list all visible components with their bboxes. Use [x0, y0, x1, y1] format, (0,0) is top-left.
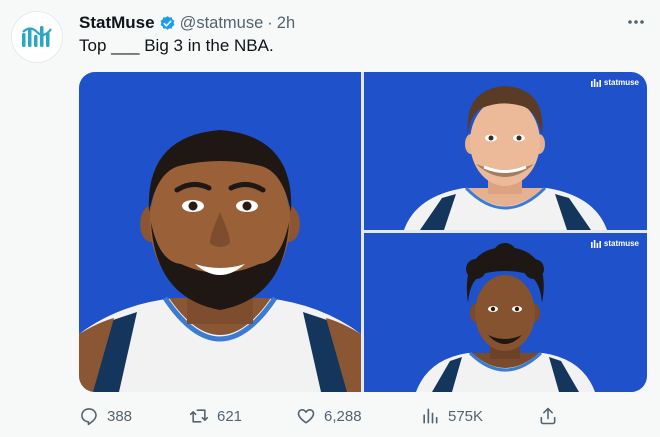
tweet: StatMuse @statmuse · 2h Top ___ Big 3 in… — [0, 0, 660, 437]
tweet-actions: 388 621 6,288 575K — [79, 402, 647, 430]
like-button[interactable]: 6,288 — [296, 402, 362, 430]
author-name[interactable]: StatMuse — [79, 13, 155, 33]
player-illustration-left — [79, 130, 361, 392]
like-count: 6,288 — [324, 407, 362, 425]
statmuse-watermark: statmuse — [590, 239, 639, 248]
media-panel-top-right[interactable]: statmuse — [364, 72, 647, 230]
watermark-text: statmuse — [603, 239, 639, 248]
views-button[interactable]: 575K — [420, 402, 483, 430]
reply-count: 388 — [107, 407, 133, 425]
tweet-text: Top ___ Big 3 in the NBA. — [79, 36, 274, 55]
separator-dot: · — [267, 13, 273, 32]
views-icon — [423, 408, 438, 424]
view-count: 575K — [448, 407, 484, 425]
share-icon — [540, 407, 556, 425]
author-handle[interactable]: @statmuse — [180, 14, 264, 33]
tweet-time[interactable]: 2h — [277, 14, 295, 33]
media-panel-bottom-right[interactable]: statmuse — [364, 233, 647, 392]
statmuse-watermark-icon — [590, 78, 601, 87]
retweet-count: 621 — [217, 407, 243, 425]
like-icon — [297, 409, 315, 424]
statmuse-logo-icon — [22, 26, 52, 47]
retweet-icon — [189, 409, 209, 423]
statmuse-watermark-icon — [590, 239, 601, 248]
player-illustration-top-right — [404, 86, 607, 230]
media-panel-left[interactable] — [79, 72, 361, 392]
more-icon[interactable] — [626, 15, 646, 29]
share-button[interactable] — [538, 402, 558, 430]
tweet-media[interactable]: statmuse statmuse — [79, 72, 647, 392]
verified-badge-icon — [159, 15, 176, 32]
reply-button[interactable]: 388 — [79, 402, 132, 430]
player-illustration-bottom-right — [416, 243, 595, 392]
watermark-text: statmuse — [603, 78, 639, 87]
tweet-header: StatMuse @statmuse · 2h — [79, 13, 295, 33]
reply-icon — [81, 408, 97, 426]
avatar[interactable] — [11, 11, 63, 63]
retweet-button[interactable]: 621 — [189, 402, 242, 430]
statmuse-watermark: statmuse — [590, 78, 639, 87]
